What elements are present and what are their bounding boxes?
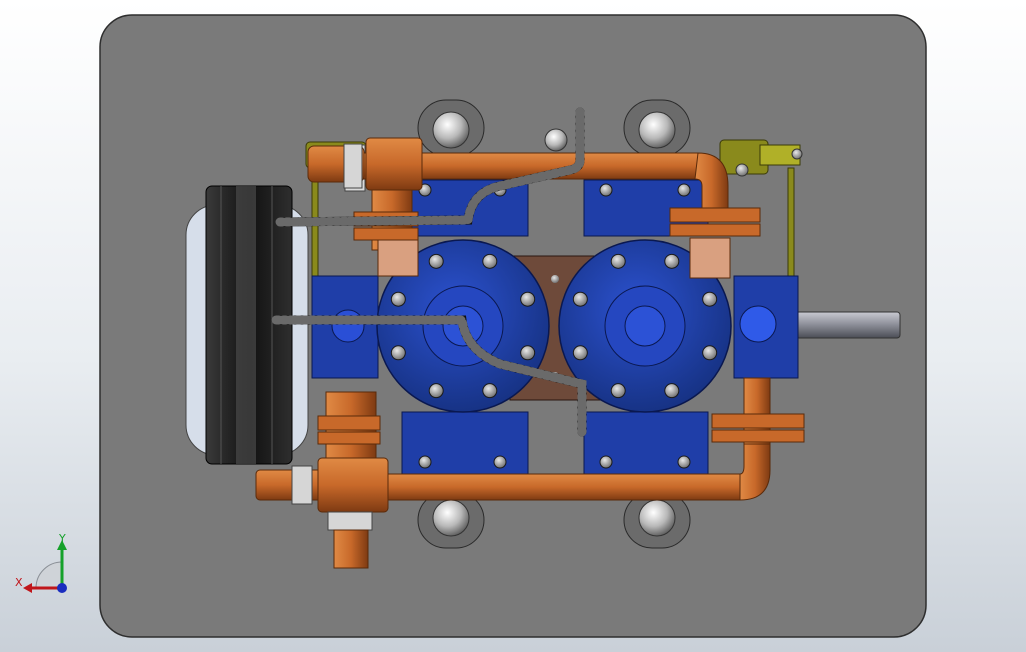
bolt-icon — [677, 455, 691, 469]
z-axis-dot — [57, 583, 67, 593]
output-shaft — [795, 311, 901, 339]
bolt-icon — [572, 291, 588, 307]
drive-pulley — [185, 185, 309, 465]
bolt-icon — [390, 291, 406, 307]
bolt-icon — [702, 345, 718, 361]
bolt-icon — [610, 253, 626, 269]
bolt-icon — [702, 291, 718, 307]
bolt-icon — [493, 455, 507, 469]
bolt-icon — [390, 345, 406, 361]
bolt-icon — [428, 253, 444, 269]
bottom-pipe — [379, 473, 741, 501]
bolt-icon — [428, 383, 444, 399]
bolt-icon — [599, 183, 613, 197]
coordinate-triad: X Y — [15, 532, 67, 593]
bolt-icon — [520, 291, 536, 307]
x-axis-label: X — [15, 576, 23, 589]
bolt-icon — [664, 383, 680, 399]
cad-viewport[interactable]: X Y — [0, 0, 1026, 652]
bolt-icon — [482, 253, 498, 269]
bolt-icon — [664, 253, 680, 269]
bolt-icon — [610, 383, 626, 399]
bolt-icon — [482, 383, 498, 399]
bolt-icon — [418, 455, 432, 469]
bolt-icon — [520, 345, 536, 361]
y-axis-label: Y — [58, 532, 66, 545]
bolt-icon — [572, 345, 588, 361]
bolt-icon — [599, 455, 613, 469]
bolt-icon — [677, 183, 691, 197]
